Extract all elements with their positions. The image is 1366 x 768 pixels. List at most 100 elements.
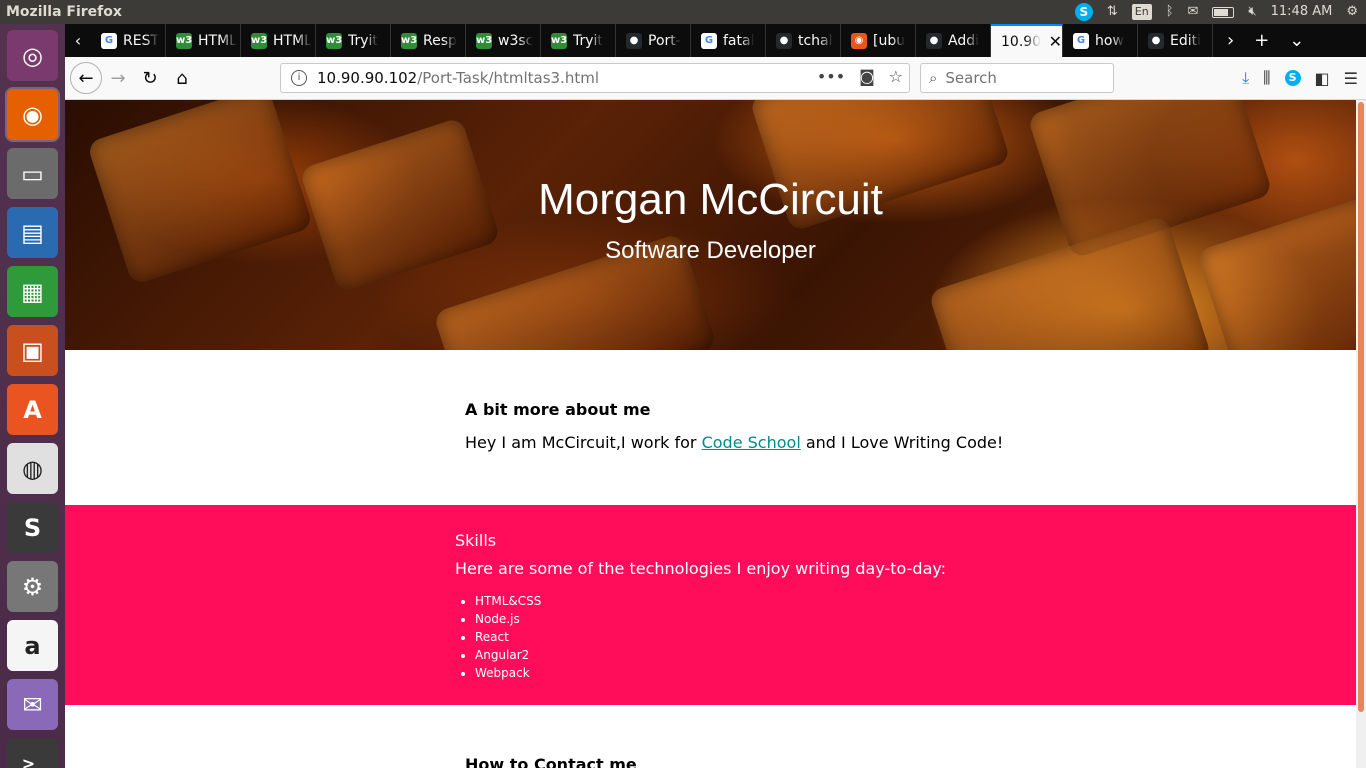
skype-extension-icon[interactable]: S <box>1284 70 1301 86</box>
tab-13[interactable]: Ghow <box>1063 24 1138 57</box>
about-heading: A bit more about me <box>465 400 651 419</box>
tab-3[interactable]: w3 Tryit <box>316 24 391 57</box>
battery-icon[interactable] <box>1212 6 1235 18</box>
google-icon: G <box>701 32 717 49</box>
tab-label: w3sc <box>498 32 534 49</box>
mail-icon[interactable]: ✉ <box>1188 0 1199 24</box>
downloads-icon[interactable]: ⤓ <box>1242 68 1249 88</box>
network-updown-icon[interactable]: ⇅ <box>1107 0 1118 24</box>
page-actions-icon[interactable]: ••• <box>817 67 845 86</box>
tab-2[interactable]: w3 HTML <box>241 24 316 57</box>
launcher-terminal-icon[interactable]: >_ <box>7 738 58 768</box>
tab-label: Tryit <box>573 32 603 49</box>
launcher-firefox-icon[interactable]: ◉ <box>5 87 60 142</box>
tab-label: tchal <box>798 32 833 49</box>
system-tray: S ⇅ En ᛒ ✉ 🔇︎ 11:48 AM ⚙ <box>1074 0 1358 24</box>
volume-muted-icon[interactable]: 🔇︎ <box>1248 0 1256 24</box>
search-icon: ⌕ <box>929 69 938 87</box>
library-icon[interactable]: ⫼ <box>1263 68 1270 88</box>
url-host: 10.90.90.102 <box>317 69 418 87</box>
back-button[interactable]: ← <box>70 62 102 94</box>
about-section: A bit more about me Hey I am McCircuit,I… <box>465 400 1165 452</box>
tab-8[interactable]: Gfatal <box>691 24 766 57</box>
reload-button[interactable]: ↻ <box>135 63 165 93</box>
launcher-chrome-icon[interactable]: ◍ <box>7 443 58 494</box>
launcher-libreoffice-writer-icon[interactable]: ▤ <box>7 207 58 258</box>
tab-list: G REST w3 HTML w3 HTML w3 Tryit w3 Resp w3 w3sc w3 Tr… <box>91 24 1213 57</box>
launcher-sublime-text-icon[interactable]: S <box>7 502 58 553</box>
skills-content: Skills Here are some of the technologies… <box>455 531 946 682</box>
scrollbar-thumb[interactable] <box>1358 102 1364 712</box>
skill-item: React <box>475 628 946 646</box>
launcher-amazon-icon[interactable]: a <box>7 620 58 671</box>
page-scrollbar[interactable] <box>1356 100 1366 768</box>
tab-12[interactable]: 10.90 ✕ <box>991 24 1063 57</box>
home-icon: ⌂ <box>176 67 188 89</box>
ubuntu-icon: ◉ <box>851 32 867 49</box>
tab-9[interactable]: ● tchal <box>766 24 841 57</box>
search-input[interactable]: ⌕ Search <box>920 63 1114 93</box>
skills-intro: Here are some of the technologies I enjo… <box>455 559 947 578</box>
w3schools-icon: w3 <box>176 32 192 49</box>
tab-0[interactable]: G REST <box>91 24 166 57</box>
new-tab-icon[interactable]: + <box>1254 30 1269 51</box>
launcher-files-icon[interactable]: ▭ <box>7 148 58 199</box>
tab-label: Editi <box>1170 32 1202 49</box>
tab-11[interactable]: ● Addi <box>916 24 991 57</box>
menu-hamburger-icon[interactable]: ☰ <box>1344 69 1358 88</box>
tab-scroll-left-icon[interactable]: ‹ <box>65 24 91 57</box>
sidebar-icon[interactable]: ◧ <box>1315 69 1330 88</box>
tab-14[interactable]: ● Editi <box>1138 24 1213 57</box>
tab-7[interactable]: ● Port- <box>616 24 691 57</box>
hero-text: Morgan McCircuit Software Developer <box>65 100 1356 265</box>
page-subtitle: Software Developer <box>605 237 816 264</box>
about-text-before: Hey I am McCircuit,I work for <box>465 433 702 452</box>
launcher-libreoffice-calc-icon[interactable]: ▦ <box>7 266 58 317</box>
launcher-libreoffice-impress-icon[interactable]: ▣ <box>7 325 58 376</box>
bookmark-star-icon[interactable]: ☆ <box>889 67 903 86</box>
tab-bar: ‹ G REST w3 HTML w3 HTML w3 Tryit w3 Resp w3 w3sc w3… <box>65 24 1366 57</box>
about-text: Hey I am McCircuit,I work for Code Schoo… <box>465 433 1165 452</box>
launcher-system-settings-icon[interactable]: ⚙ <box>7 561 58 612</box>
tab-1[interactable]: w3 HTML <box>166 24 241 57</box>
close-tab-icon[interactable]: ✕ <box>1049 32 1062 51</box>
skill-item: HTML&CSS <box>475 592 946 610</box>
skills-list: HTML&CSSNode.jsReactAngular2Webpack <box>455 592 946 682</box>
toolbar-right: ⤓ ⫼ S ◧ ☰ <box>1242 63 1358 93</box>
launcher-pidgin-icon[interactable]: ✉ <box>7 679 58 730</box>
reload-icon: ↻ <box>142 67 158 89</box>
tab-5[interactable]: w3 w3sc <box>466 24 541 57</box>
tab-tools: › + ⌄ <box>1213 24 1304 57</box>
url-bar[interactable]: i 10.90.90.102/Port-Task/htmltas3.html •… <box>280 63 910 93</box>
keyboard-layout-indicator[interactable]: En <box>1131 4 1152 20</box>
w3schools-icon: w3 <box>551 32 567 49</box>
skill-item: Node.js <box>475 610 946 628</box>
bluetooth-icon[interactable]: ᛒ <box>1166 0 1174 24</box>
w3schools-icon: w3 <box>401 32 417 49</box>
github-icon: ● <box>926 32 942 49</box>
tab-10[interactable]: ◉ [ubu <box>841 24 916 57</box>
tab-scroll-right-icon[interactable]: › <box>1227 30 1234 51</box>
hero-banner: Morgan McCircuit Software Developer <box>65 100 1356 350</box>
clock[interactable]: 11:48 AM <box>1271 0 1333 24</box>
launcher-ubuntu-dash-icon[interactable]: ◎ <box>7 30 58 81</box>
google-icon: G <box>101 32 117 49</box>
tab-6[interactable]: w3 Tryit <box>541 24 616 57</box>
skills-section: Skills Here are some of the technologies… <box>65 505 1356 705</box>
window-title: Mozilla Firefox <box>6 4 122 20</box>
power-gear-icon[interactable]: ⚙ <box>1346 0 1358 24</box>
tab-4[interactable]: w3 Resp <box>391 24 466 57</box>
skype-tray-icon[interactable]: S <box>1074 3 1093 21</box>
launcher-ubuntu-software-icon[interactable]: A <box>7 384 58 435</box>
navigation-toolbar: ← → ↻ ⌂ i 10.90.90.102/Port-Task/htmltas… <box>65 57 1366 100</box>
tab-label: REST <box>123 32 160 49</box>
skills-heading: Skills <box>455 531 497 550</box>
forward-button[interactable]: → <box>103 63 133 93</box>
pocket-icon[interactable]: ◙ <box>859 67 875 86</box>
code-school-link[interactable]: Code School <box>702 433 801 452</box>
skill-item: Webpack <box>475 664 946 682</box>
home-button[interactable]: ⌂ <box>167 63 197 93</box>
about-text-after: and I Love Writing Code! <box>800 433 1004 452</box>
all-tabs-chevron-down-icon[interactable]: ⌄ <box>1289 30 1304 51</box>
site-info-icon[interactable]: i <box>291 70 307 86</box>
